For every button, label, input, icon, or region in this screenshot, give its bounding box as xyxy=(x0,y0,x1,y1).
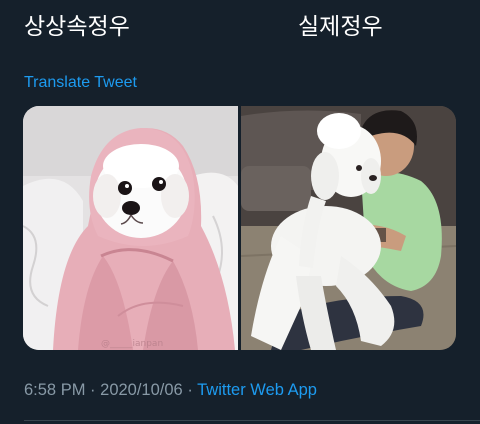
tweet-detail: 상상속정우 실제정우 Translate Tweet @_____ianpan … xyxy=(0,0,480,424)
caption-reality: 실제정우 xyxy=(298,14,383,40)
tweet-source-link[interactable]: Twitter Web App xyxy=(197,381,317,399)
photo-puppy-towel[interactable]: @_____ianpan xyxy=(23,106,238,350)
tweet-text: 상상속정우 실제정우 xyxy=(24,12,456,46)
media-grid: @_____ianpan xyxy=(23,106,456,350)
divider xyxy=(24,420,480,421)
tweet-meta: 6:58 PM · 2020/10/06 · Twitter Web App xyxy=(24,379,317,401)
tweet-date[interactable]: 2020/10/06 xyxy=(100,381,183,399)
caption-imagined: 상상속정우 xyxy=(24,14,130,40)
tweet-time[interactable]: 6:58 PM xyxy=(24,381,85,399)
photo-watermark: @_____ianpan xyxy=(101,339,163,349)
meta-separator: · xyxy=(187,381,193,399)
meta-separator: · xyxy=(90,381,96,399)
photo-man-poodle[interactable] xyxy=(241,106,456,350)
translate-tweet-link[interactable]: Translate Tweet xyxy=(24,73,137,93)
